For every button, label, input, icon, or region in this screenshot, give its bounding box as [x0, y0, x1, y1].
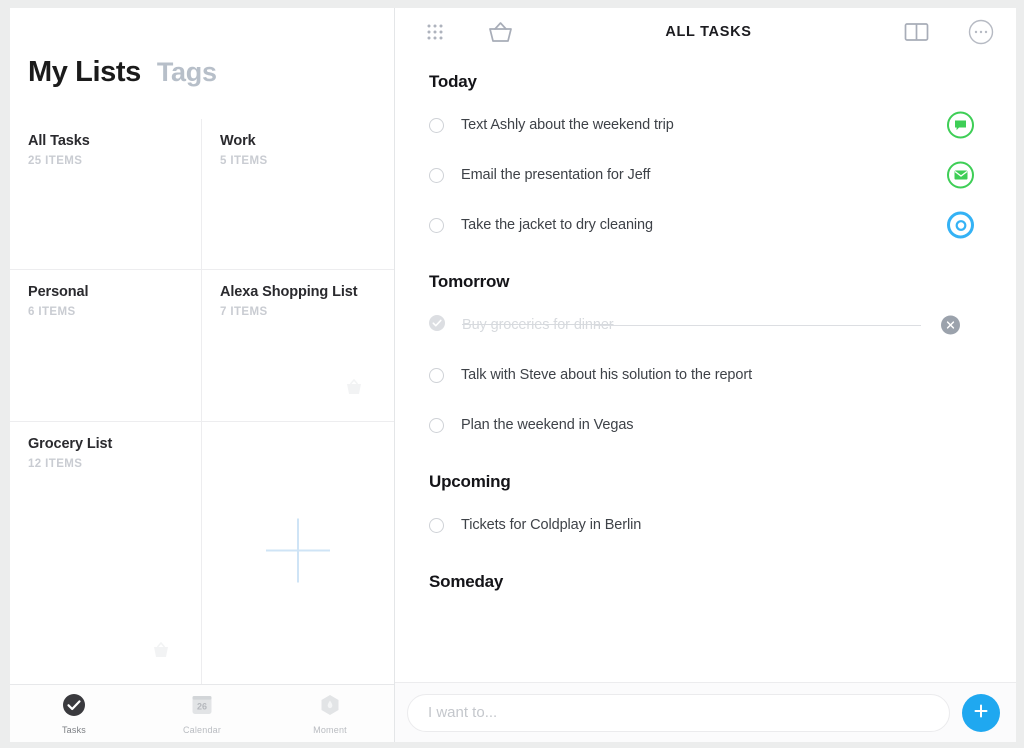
hexagon-icon — [318, 693, 342, 722]
task-checkbox[interactable] — [429, 418, 444, 433]
new-task-input[interactable] — [407, 694, 950, 732]
section-header-upcoming: Upcoming — [395, 450, 996, 500]
list-card-all-tasks[interactable]: All Tasks 25 ITEMS — [10, 119, 202, 270]
tab-calendar[interactable]: 26 Calendar — [138, 693, 266, 735]
task-text: Text Ashly about the weekend trip — [461, 117, 674, 133]
list-name: Grocery List — [28, 436, 185, 452]
svg-text:26: 26 — [197, 701, 207, 711]
add-task-button[interactable] — [962, 694, 1000, 732]
plus-icon — [972, 702, 990, 723]
envelope-icon[interactable] — [947, 162, 974, 189]
sidebar-header: My Lists Tags — [10, 8, 394, 89]
open-book-icon[interactable] — [903, 20, 930, 44]
close-icon[interactable] — [941, 316, 960, 335]
list-name: Personal — [28, 284, 185, 300]
section-header-someday: Someday — [395, 550, 996, 600]
section-header-today: Today — [395, 56, 996, 100]
task-row[interactable]: Email the presentation for Jeff — [395, 150, 996, 200]
list-name: Alexa Shopping List — [220, 284, 378, 300]
task-composer — [395, 682, 1016, 742]
tab-moment[interactable]: Moment — [266, 693, 394, 735]
list-count: 12 ITEMS — [28, 458, 185, 470]
task-checkbox-checked[interactable] — [429, 315, 445, 336]
tab-label: Moment — [313, 725, 347, 735]
list-count: 5 ITEMS — [220, 155, 378, 167]
task-row-completed[interactable]: Buy groceries for dinner — [395, 300, 996, 350]
task-text: Buy groceries for dinner — [462, 317, 614, 333]
tab-label: Calendar — [183, 725, 221, 735]
tasks-panel: ALL TASKS Today — [395, 8, 1016, 742]
task-text: Talk with Steve about his solution to th… — [461, 367, 752, 383]
task-text: Take the jacket to dry cleaning — [461, 217, 653, 233]
basket-icon — [151, 641, 171, 664]
task-row[interactable]: Plan the weekend in Vegas — [395, 400, 996, 450]
task-row[interactable]: Text Ashly about the weekend trip — [395, 100, 996, 150]
task-checkbox[interactable] — [429, 218, 444, 233]
task-row[interactable]: Talk with Steve about his solution to th… — [395, 350, 996, 400]
ellipsis-circle-icon[interactable] — [968, 19, 994, 45]
check-circle-icon — [62, 693, 86, 722]
lists-sidebar: My Lists Tags All Tasks 25 ITEMS Work 5 … — [10, 8, 395, 742]
task-checkbox[interactable] — [429, 518, 444, 533]
task-text: Plan the weekend in Vegas — [461, 417, 633, 433]
plus-icon[interactable] — [262, 515, 334, 592]
tasks-topbar: ALL TASKS — [395, 8, 1016, 56]
list-count: 7 ITEMS — [220, 306, 378, 318]
app-window: My Lists Tags All Tasks 25 ITEMS Work 5 … — [10, 8, 1016, 742]
list-name: Work — [220, 133, 378, 149]
message-icon[interactable] — [947, 112, 974, 139]
lists-grid: All Tasks 25 ITEMS Work 5 ITEMS Personal… — [10, 119, 394, 684]
task-checkbox[interactable] — [429, 118, 444, 133]
tab-tasks[interactable]: Tasks — [10, 693, 138, 735]
list-card-alexa-shopping-list[interactable]: Alexa Shopping List 7 ITEMS — [202, 270, 394, 422]
page-title: ALL TASKS — [514, 24, 903, 40]
task-text: Email the presentation for Jeff — [461, 167, 650, 183]
task-checkbox[interactable] — [429, 168, 444, 183]
list-count: 6 ITEMS — [28, 306, 185, 318]
grid-dots-icon[interactable] — [425, 22, 445, 42]
list-card-personal[interactable]: Personal 6 ITEMS — [10, 270, 202, 422]
task-list[interactable]: Today Text Ashly about the weekend trip … — [395, 56, 1016, 682]
calendar-icon: 26 — [190, 693, 214, 722]
list-count: 25 ITEMS — [28, 155, 185, 167]
task-checkbox[interactable] — [429, 368, 444, 383]
bottom-tab-bar: Tasks 26 Calendar — [10, 684, 394, 742]
list-card-work[interactable]: Work 5 ITEMS — [202, 119, 394, 270]
basket-icon[interactable] — [487, 20, 514, 45]
list-card-grocery-list[interactable]: Grocery List 12 ITEMS — [10, 422, 202, 684]
tab-my-lists[interactable]: My Lists — [28, 56, 141, 89]
tab-label: Tasks — [62, 725, 86, 735]
target-icon[interactable] — [947, 212, 974, 239]
task-text: Tickets for Coldplay in Berlin — [461, 517, 641, 533]
task-row[interactable]: Take the jacket to dry cleaning — [395, 200, 996, 250]
list-name: All Tasks — [28, 133, 185, 149]
basket-icon — [344, 378, 364, 401]
section-header-tomorrow: Tomorrow — [395, 250, 996, 300]
strikethrough-line — [595, 325, 921, 326]
task-row[interactable]: Tickets for Coldplay in Berlin — [395, 500, 996, 550]
tab-tags[interactable]: Tags — [157, 57, 217, 88]
add-list-cell[interactable] — [202, 422, 394, 684]
